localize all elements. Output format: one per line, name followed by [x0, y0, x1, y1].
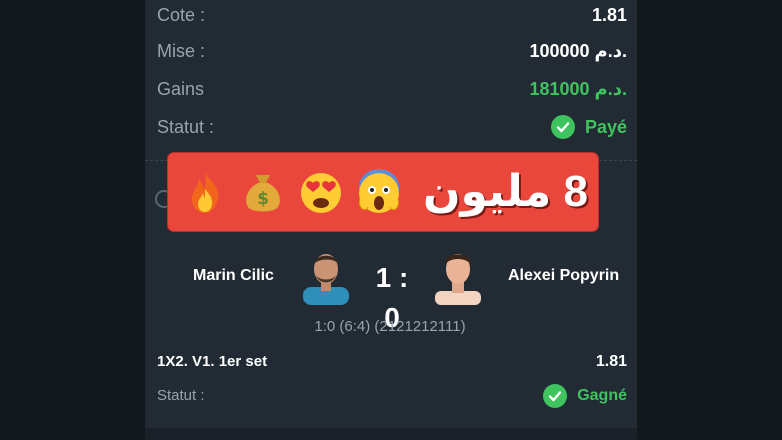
- market-status-label: Statut :: [157, 387, 205, 404]
- winnings-value: 181000 د.م.: [529, 79, 627, 99]
- emoji-row: $: [182, 167, 402, 217]
- fire-icon: [192, 173, 219, 213]
- stake-label: Mise :: [157, 41, 206, 61]
- market-row: 1X2. V1. 1er set 1.81: [157, 348, 627, 376]
- market-status-row: Statut : Gagné: [157, 382, 627, 410]
- odds-row: Cote : 1.81: [157, 0, 627, 30]
- overlay-banner: $ 8 مليون: [168, 153, 598, 231]
- check-circle-icon: [550, 115, 575, 139]
- status-row: Statut : Payé: [157, 112, 627, 142]
- market-odds: 1.81: [595, 353, 627, 370]
- winnings-row: Gains 181000 د.م.: [157, 74, 627, 104]
- heart-eyes-icon: [301, 173, 341, 213]
- market-status-value: Gagné: [577, 387, 627, 404]
- stake-value: 100000 د.م.: [529, 41, 627, 61]
- player1-avatar: [297, 247, 355, 305]
- odds-label: Cote :: [157, 5, 206, 25]
- screaming-face-icon: [359, 169, 399, 213]
- status-value-wrap: Payé: [550, 112, 627, 142]
- banner-text: 8 مليون: [422, 167, 588, 216]
- set-score-detail: 1:0 (6:4) (2121212111): [314, 318, 466, 335]
- market-label: 1X2. V1. 1er set: [157, 353, 268, 370]
- player2-name: Alexei Popyrin: [508, 267, 620, 284]
- odds-value: 1.81: [591, 5, 627, 25]
- check-circle-icon: [543, 384, 568, 408]
- winnings-label: Gains: [157, 79, 205, 99]
- bottom-bar: [145, 428, 637, 440]
- status-value: Payé: [584, 117, 627, 137]
- svg-text:$: $: [257, 189, 269, 209]
- player2-avatar: [429, 247, 487, 305]
- player1-name: Marin Cilic: [193, 267, 274, 284]
- status-label: Statut :: [157, 117, 215, 137]
- stake-row: Mise : 100000 د.م.: [157, 36, 627, 66]
- money-bag-icon: $: [246, 175, 280, 212]
- market-status-wrap: Gagné: [543, 384, 627, 408]
